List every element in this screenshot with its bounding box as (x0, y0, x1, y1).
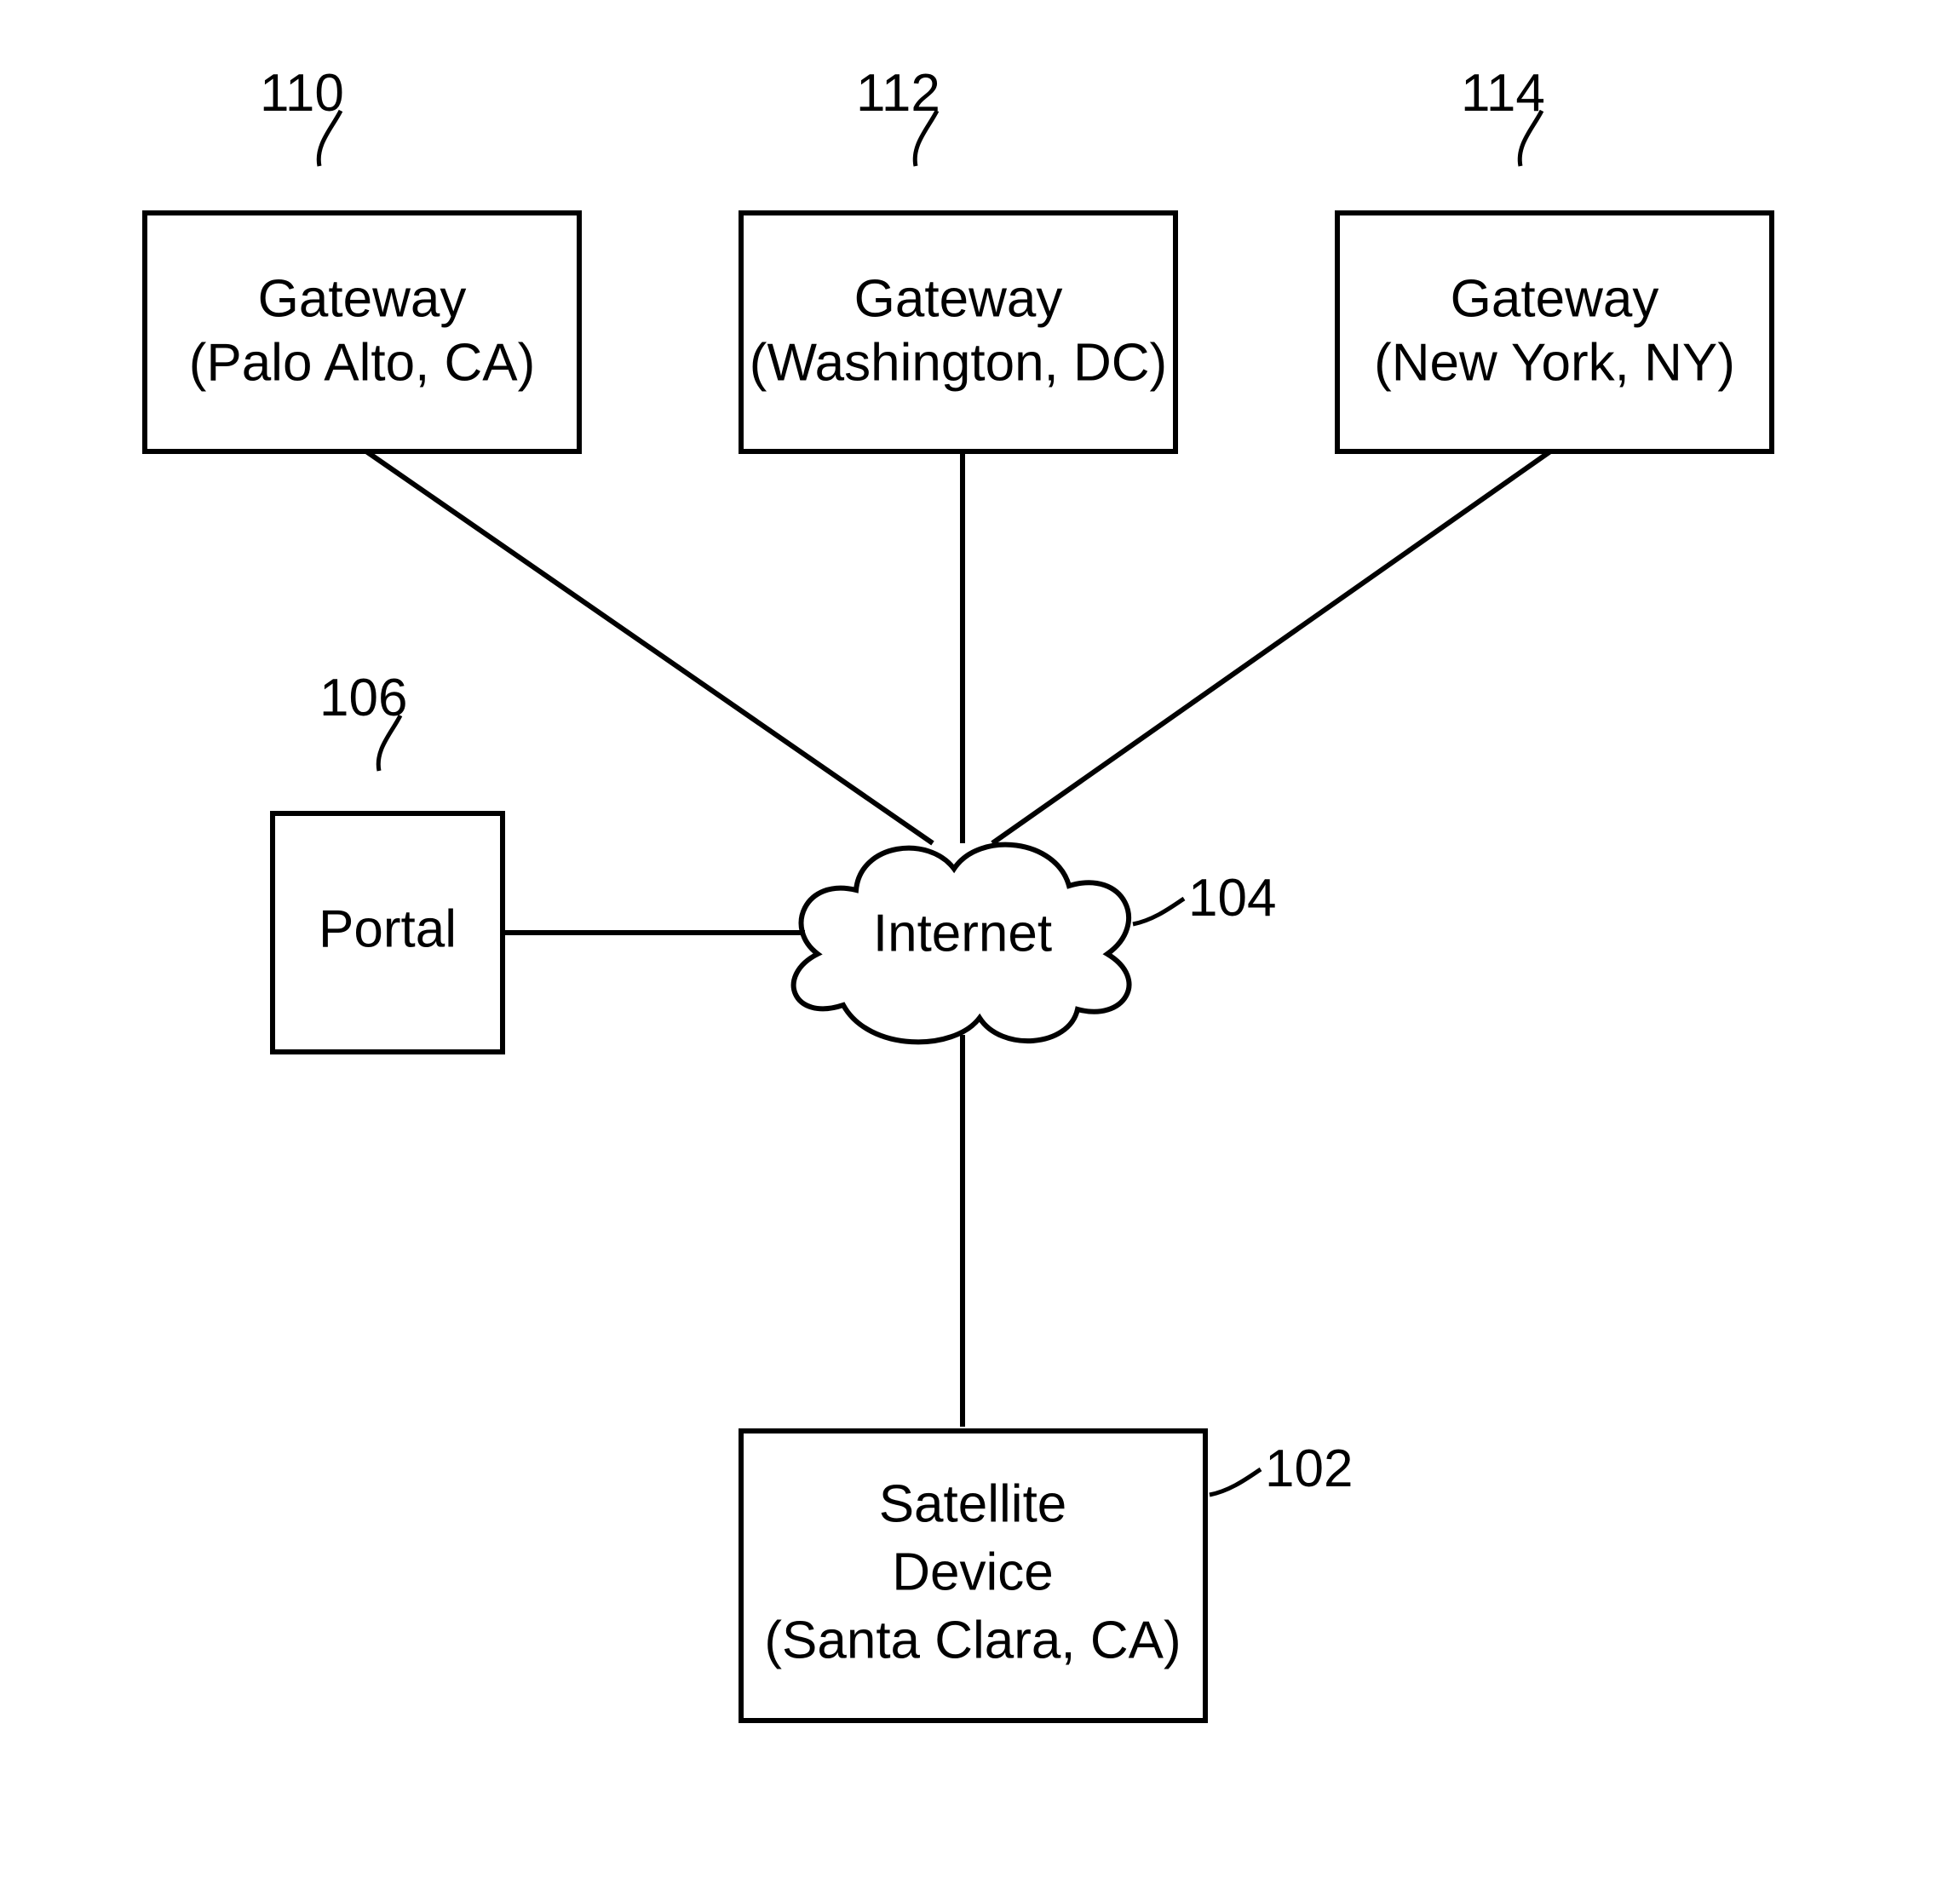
satellite-device: Satellite Device (Santa Clara, CA) 102 (741, 1431, 1353, 1721)
refnum-112: 112 (856, 64, 940, 123)
device-line2: Device (892, 1543, 1054, 1601)
gateway2-sub: (Washington, DC) (750, 333, 1167, 392)
diagram-canvas: Gateway (Palo Alto, CA) 110 Gateway (Was… (0, 0, 1960, 1896)
gateway-washington: Gateway (Washington, DC) 112 (741, 64, 1175, 451)
portal-box: Portal 106 (273, 669, 503, 1052)
link-gateway1-internet (366, 451, 933, 843)
internet-cloud: Internet 104 (794, 845, 1277, 1043)
gateway3-title: Gateway (1451, 269, 1659, 328)
gateway-palo-alto: Gateway (Palo Alto, CA) 110 (145, 64, 579, 451)
device-line3: (Santa Clara, CA) (764, 1611, 1181, 1669)
gateway2-title: Gateway (854, 269, 1063, 328)
leader-104 (1133, 899, 1184, 924)
gateway-newyork: Gateway (New York, NY) 114 (1337, 64, 1772, 451)
device-line1: Satellite (879, 1474, 1067, 1533)
gateway1-sub: (Palo Alto, CA) (189, 333, 536, 392)
gateway1-title: Gateway (258, 269, 467, 328)
refnum-102: 102 (1265, 1439, 1353, 1498)
gateway3-sub: (New York, NY) (1374, 333, 1735, 392)
refnum-104: 104 (1188, 869, 1276, 928)
refnum-110: 110 (260, 64, 344, 123)
refnum-106: 106 (319, 669, 407, 727)
portal-label: Portal (319, 899, 457, 958)
leader-102 (1210, 1469, 1261, 1495)
internet-label: Internet (873, 904, 1052, 962)
link-gateway3-internet (992, 451, 1550, 843)
refnum-114: 114 (1461, 64, 1545, 123)
